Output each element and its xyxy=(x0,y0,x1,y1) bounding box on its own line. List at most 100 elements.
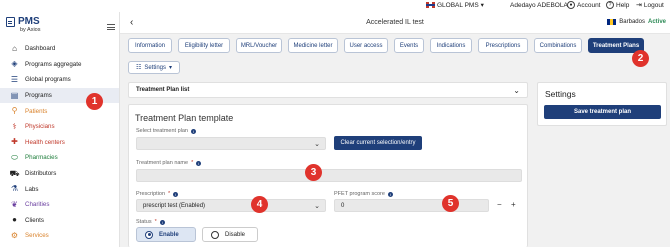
language-label: GLOBAL PMS xyxy=(437,1,479,9)
sidebar-item-label: Services xyxy=(25,232,49,240)
sidebar: PMS by Axios ⌂ Dashboard ◈ Programs aggr… xyxy=(0,12,120,247)
sidebar-item-labs[interactable]: ⚗ Labs xyxy=(0,181,119,197)
logo-subtitle: by Axios xyxy=(20,27,41,33)
person-icon: ⚲ xyxy=(11,106,18,116)
tab-user-access[interactable]: User access xyxy=(344,38,388,53)
help-icon: ? xyxy=(606,1,614,9)
sidebar-item-label: Health centers xyxy=(25,138,65,146)
sliders-icon: ☷ xyxy=(135,65,142,71)
plan-name-input[interactable] xyxy=(136,169,522,182)
menu-toggle-icon[interactable] xyxy=(107,24,115,30)
top-bar: GLOBAL PMS ▾ Adedayo ADEBOLA ● Account ?… xyxy=(0,0,670,12)
charity-icon: ❦ xyxy=(11,199,18,209)
status-enable-radio[interactable]: Enable xyxy=(136,227,196,242)
sidebar-item-label: Dashboard xyxy=(25,45,56,53)
flask-icon: ⚗ xyxy=(10,184,19,194)
tab-information[interactable]: Information xyxy=(128,38,172,53)
sidebar-item-label: Patients xyxy=(25,107,48,115)
clipboard-logo-icon xyxy=(6,17,15,27)
sidebar-item-distributors[interactable]: ⛟ Distributors xyxy=(0,166,119,182)
pfet-score-input[interactable]: 0 xyxy=(334,199,489,212)
tab-mrl-voucher[interactable]: MRL/Voucher xyxy=(236,38,282,53)
sidebar-item-pharmacies[interactable]: ⬭ Pharmacies xyxy=(0,150,119,166)
status-label-text: Status xyxy=(136,219,152,225)
template-title: Treatment Plan template xyxy=(135,113,234,123)
logo-title: PMS xyxy=(18,16,40,27)
sidebar-item-global-programs[interactable]: ☰ Global programs xyxy=(0,72,119,88)
settings-panel-title: Settings xyxy=(545,89,576,99)
tab-combinations[interactable]: Combinations xyxy=(534,38,582,53)
sidebar-item-services[interactable]: ⚙ Services xyxy=(0,228,119,244)
select-plan-label: Select treatment plan i xyxy=(136,128,196,134)
info-icon[interactable]: i xyxy=(159,219,165,225)
decrement-button[interactable]: − xyxy=(497,200,502,209)
treatment-plan-template-panel: Treatment Plan template Select treatment… xyxy=(128,104,528,247)
truck-icon: ⛟ xyxy=(9,168,20,178)
radio-unselected-icon xyxy=(211,230,219,239)
chevron-down-icon: ⌄ xyxy=(314,141,320,148)
sidebar-item-label: Programs aggregate xyxy=(25,60,82,68)
country-name: Barbados xyxy=(619,19,645,25)
sidebar-item-clients[interactable]: ● Clients xyxy=(0,213,119,229)
barbados-flag-icon xyxy=(607,19,617,25)
language-selector[interactable]: GLOBAL PMS ▾ xyxy=(426,0,484,10)
sidebar-item-charities[interactable]: ❦ Charities xyxy=(0,197,119,213)
services-icon: ⚙ xyxy=(10,230,19,240)
annotation-marker-3: 3 xyxy=(305,164,322,181)
user-name: Adedayo ADEBOLA xyxy=(510,1,568,9)
country-status: Barbados Active xyxy=(607,19,666,25)
sidebar-item-label: Global programs xyxy=(25,76,71,84)
tab-prescriptions[interactable]: Prescriptions xyxy=(478,38,528,53)
save-treatment-plan-button[interactable]: Save treatment plan xyxy=(544,105,661,119)
prescription-label: Prescription * i xyxy=(136,191,179,197)
sidebar-item-health-centers[interactable]: ✚ Health centers xyxy=(0,135,119,151)
treatment-plan-list-panel[interactable]: Treatment Plan list ⌄ xyxy=(128,82,528,98)
tab-indications[interactable]: Indications xyxy=(430,38,472,53)
app-logo[interactable]: PMS by Axios xyxy=(6,16,40,33)
tab-medicine-letter[interactable]: Medicine letter xyxy=(288,38,338,53)
plan-name-label: Treatment plan name * i xyxy=(136,160,202,166)
page-header: ‹ Accelerated IL test Barbados Active xyxy=(120,12,670,34)
account-link[interactable]: ● Account xyxy=(567,0,601,10)
info-icon[interactable]: i xyxy=(387,191,393,197)
sidebar-item-label: Programs xyxy=(25,92,52,100)
sidebar-item-physicians[interactable]: ⚕ Physicians xyxy=(0,119,119,135)
prescription-select[interactable]: prescript test (Enabled) ⌄ xyxy=(136,199,326,212)
info-icon[interactable]: i xyxy=(196,160,202,166)
increment-button[interactable]: + xyxy=(511,200,516,209)
info-icon[interactable]: i xyxy=(173,191,179,197)
help-link[interactable]: ? Help xyxy=(606,0,629,10)
sidebar-item-label: Labs xyxy=(25,185,39,193)
layers-icon: ◈ xyxy=(11,59,18,69)
logout-icon: ⇥ xyxy=(636,2,642,9)
hospital-icon: ✚ xyxy=(11,137,18,147)
info-icon[interactable]: i xyxy=(190,128,196,134)
sidebar-item-label: Pharmacies xyxy=(25,154,58,162)
radio-selected-icon xyxy=(145,230,153,239)
status-disable-radio[interactable]: Disable xyxy=(202,227,258,242)
clipboard-icon: ▤ xyxy=(10,90,19,100)
settings-panel: Settings Save treatment plan xyxy=(537,82,667,126)
help-label: Help xyxy=(616,1,630,9)
sidebar-item-programs-aggregate[interactable]: ◈ Programs aggregate xyxy=(0,57,119,73)
page-title: Accelerated IL test xyxy=(366,19,424,26)
annotation-marker-5: 5 xyxy=(442,195,459,212)
tab-eligibility-letter[interactable]: Eligibility letter xyxy=(178,38,230,53)
settings-dropdown-button[interactable]: ☷ Settings ▾ xyxy=(128,61,180,74)
sidebar-item-label: Clients xyxy=(25,216,44,224)
select-treatment-plan[interactable]: ⌄ xyxy=(136,137,326,150)
required-marker: * xyxy=(154,219,157,225)
annotation-marker-4: 4 xyxy=(251,196,268,213)
logout-link[interactable]: ⇥ Logout xyxy=(636,0,664,10)
annotation-marker-2: 2 xyxy=(632,50,649,67)
prescription-value: prescript test (Enabled) xyxy=(143,202,206,209)
caret-down-icon: ▾ xyxy=(480,2,484,9)
chevron-down-icon[interactable]: ⌄ xyxy=(513,86,520,95)
home-icon: ⌂ xyxy=(12,43,17,53)
logout-label: Logout xyxy=(643,1,664,9)
tab-events[interactable]: Events xyxy=(394,38,424,53)
sidebar-item-dashboard[interactable]: ⌂ Dashboard xyxy=(0,41,119,57)
status-enable-label: Enable xyxy=(159,231,179,238)
pfet-score-label-text: PFET program score xyxy=(334,191,385,197)
clear-selection-button[interactable]: Clear current selection/entry xyxy=(334,136,422,150)
